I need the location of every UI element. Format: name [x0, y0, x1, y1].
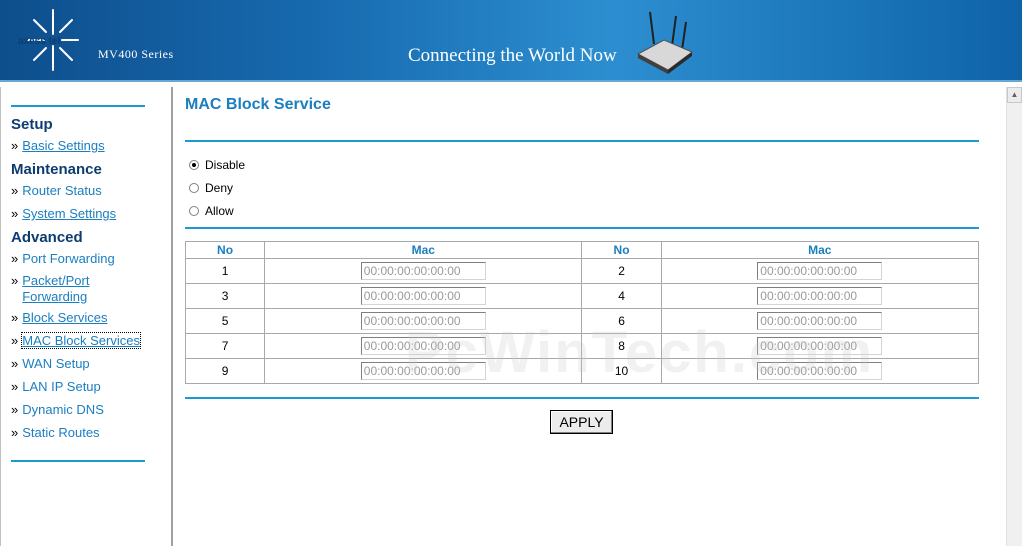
- mac-cell: [660, 308, 980, 334]
- mode-option-disable[interactable]: Disable: [189, 158, 245, 172]
- mac-cell: [264, 358, 583, 384]
- table-row: 78: [184, 333, 980, 359]
- sidebar-divider-top: [11, 105, 145, 107]
- sidebar-item-packet-port-forwarding[interactable]: » Packet/Port Forwarding: [11, 273, 132, 305]
- sidebar-item-system-settings[interactable]: » System Settings: [11, 206, 116, 222]
- radio-deny[interactable]: [189, 183, 199, 193]
- column-header-no: No: [184, 241, 266, 259]
- entry-number: 3: [184, 283, 266, 309]
- mac-address-input[interactable]: [757, 312, 883, 330]
- entry-number: 8: [581, 333, 662, 359]
- mac-address-input[interactable]: [360, 362, 486, 380]
- mac-address-input[interactable]: [360, 312, 486, 330]
- entry-number: 6: [581, 308, 662, 334]
- sidebar-divider-bottom: [11, 460, 145, 462]
- mac-cell: [660, 283, 980, 309]
- mac-cell: [264, 283, 583, 309]
- sidebar-item-static-routes[interactable]: » Static Routes: [11, 425, 100, 441]
- mac-cell: [660, 258, 980, 284]
- column-header-mac: Mac: [660, 241, 980, 259]
- table-row: 12: [184, 258, 980, 284]
- main-content: MAC Block Service Disable Deny Allow No …: [175, 87, 1006, 546]
- mode-option-deny[interactable]: Deny: [189, 181, 233, 195]
- mode-option-allow[interactable]: Allow: [189, 204, 234, 218]
- sidebar-item-basic-settings[interactable]: » Basic Settings: [11, 138, 105, 154]
- brand-logo-text: axess tel: [18, 36, 61, 47]
- mac-address-input[interactable]: [757, 362, 883, 380]
- mac-address-input[interactable]: [360, 337, 486, 355]
- mac-address-input[interactable]: [757, 262, 883, 280]
- divider: [185, 227, 979, 229]
- vertical-scrollbar[interactable]: ▲: [1006, 87, 1022, 546]
- sidebar-section-maintenance: Maintenance: [11, 161, 102, 178]
- table-header-row: No Mac No Mac: [184, 241, 980, 259]
- table-row: 9 10: [184, 358, 980, 384]
- table-row: 34: [184, 283, 980, 309]
- table-row: 56: [184, 308, 980, 334]
- mac-cell: [660, 358, 980, 384]
- entry-number: 10: [581, 358, 662, 384]
- radio-disable[interactable]: [189, 160, 199, 170]
- entry-number: 5: [184, 308, 266, 334]
- mac-cell: [264, 308, 583, 334]
- sidebar-item-router-status[interactable]: » Router Status: [11, 183, 102, 199]
- apply-button[interactable]: APPLY: [550, 410, 613, 434]
- sidebar-item-block-services[interactable]: » Block Services: [11, 310, 107, 326]
- sidebar-section-advanced: Advanced: [11, 229, 83, 246]
- entry-number: 7: [184, 333, 266, 359]
- entry-number: 2: [581, 258, 662, 284]
- column-header-no: No: [581, 241, 662, 259]
- mac-address-input[interactable]: [360, 287, 486, 305]
- router-image-icon: [636, 11, 693, 74]
- entry-number: 1: [184, 258, 266, 284]
- sidebar-item-port-forwarding[interactable]: » Port Forwarding: [11, 251, 115, 267]
- mac-address-input[interactable]: [360, 262, 486, 280]
- entry-number: 4: [581, 283, 662, 309]
- entry-number: 9: [184, 358, 266, 384]
- scroll-up-arrow-icon[interactable]: ▲: [1007, 87, 1022, 103]
- sidebar-item-wan-setup[interactable]: » WAN Setup: [11, 356, 90, 372]
- sidebar-section-setup: Setup: [11, 116, 53, 133]
- mac-table: No Mac No Mac 12345678910: [184, 241, 980, 384]
- mac-cell: [660, 333, 980, 359]
- sidebar: Setup » Basic Settings Maintenance » Route…: [0, 87, 173, 546]
- header-banner: axess tel MV400 Series Connecting the Wo…: [0, 0, 1022, 82]
- divider: [185, 140, 979, 142]
- divider: [185, 397, 979, 399]
- slogan: Connecting the World Now: [408, 45, 617, 66]
- column-header-mac: Mac: [264, 241, 583, 259]
- radio-allow[interactable]: [189, 206, 199, 216]
- mac-address-input[interactable]: [757, 287, 883, 305]
- sidebar-item-dynamic-dns[interactable]: » Dynamic DNS: [11, 402, 104, 418]
- mac-address-input[interactable]: [757, 337, 883, 355]
- mac-cell: [264, 258, 583, 284]
- series-label: MV400 Series: [98, 47, 174, 61]
- sidebar-item-lan-ip-setup[interactable]: » LAN IP Setup: [11, 379, 101, 395]
- page-title: MAC Block Service: [185, 96, 331, 113]
- sidebar-item-mac-block-services[interactable]: » MAC Block Services: [11, 332, 141, 349]
- mac-cell: [264, 333, 583, 359]
